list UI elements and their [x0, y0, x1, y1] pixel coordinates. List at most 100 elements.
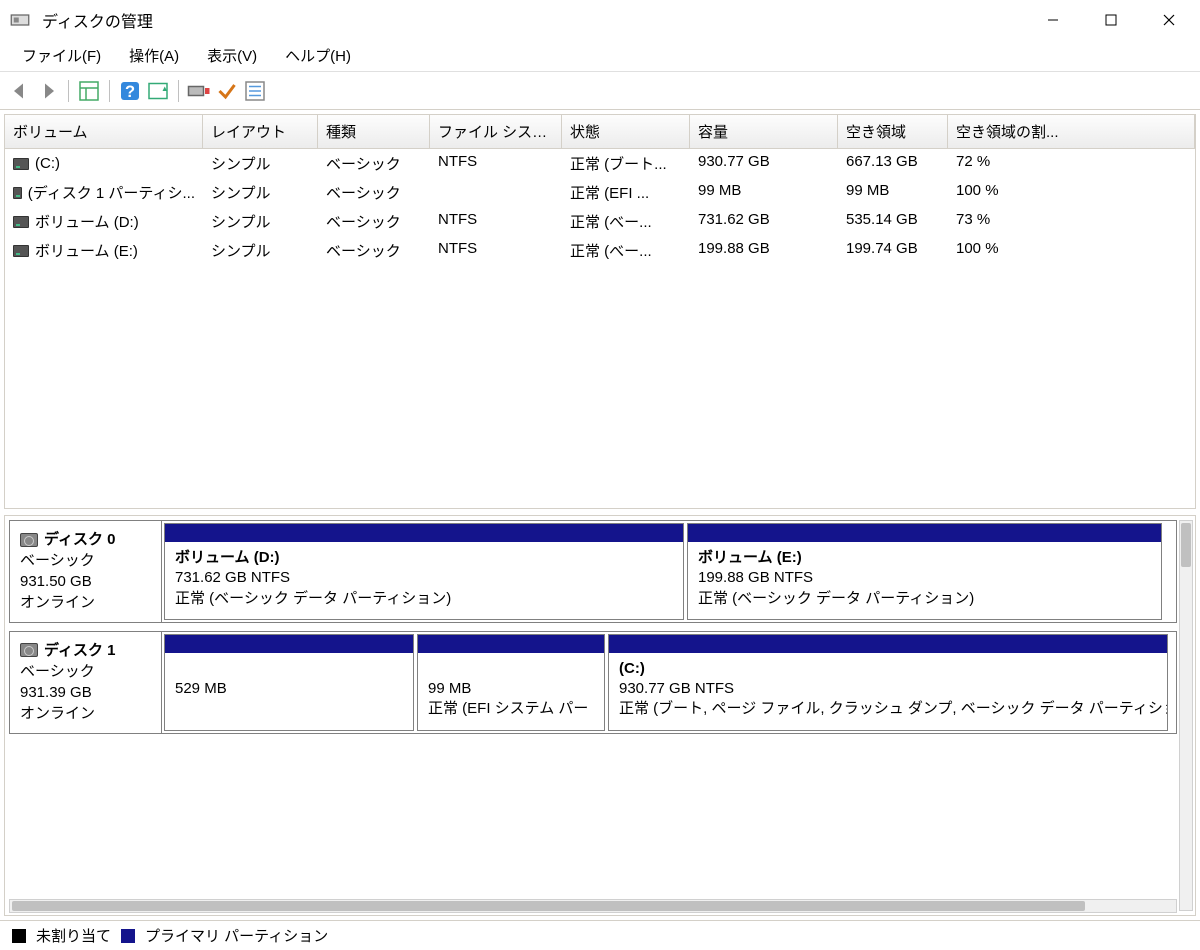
volumes-body: (C:)シンプルベーシックNTFS正常 (ブート...930.77 GB667.… — [5, 149, 1195, 508]
volumes-header-row: ボリューム レイアウト 種類 ファイル システム 状態 容量 空き領域 空き領域… — [5, 115, 1195, 149]
volume-layout-cell: シンプル — [203, 180, 318, 205]
disk-partitions: ボリューム (D:)731.62 GB NTFS正常 (ベーシック データ パー… — [162, 521, 1176, 622]
partition-header-bar — [688, 524, 1161, 542]
partition-size: 199.88 GB NTFS — [698, 568, 1151, 588]
legend-swatch-primary — [121, 929, 135, 943]
disk-type: ベーシック — [20, 661, 151, 682]
drive-icon — [13, 245, 29, 257]
volume-pct-cell: 72 % — [948, 151, 1195, 176]
menu-help[interactable]: ヘルプ(H) — [271, 39, 365, 72]
column-header-layout[interactable]: レイアウト — [203, 115, 318, 148]
disk-info: ディスク 0ベーシック931.50 GBオンライン — [10, 521, 162, 622]
volume-row[interactable]: (C:)シンプルベーシックNTFS正常 (ブート...930.77 GB667.… — [5, 149, 1195, 178]
volume-status-cell: 正常 (ブート... — [562, 151, 690, 176]
volume-free-cell: 199.74 GB — [838, 238, 948, 263]
partition[interactable]: 99 MB正常 (EFI システム パー — [417, 634, 605, 731]
disk-status: オンライン — [20, 592, 151, 613]
menu-view[interactable]: 表示(V) — [193, 39, 271, 72]
volume-name-cell: (ディスク 1 パーティシ... — [5, 180, 203, 205]
window-controls — [1024, 0, 1198, 40]
column-header-free[interactable]: 空き領域 — [838, 115, 948, 148]
partition-size: 731.62 GB NTFS — [175, 568, 673, 588]
disks-pane[interactable]: ディスク 0ベーシック931.50 GBオンラインボリューム (D:)731.6… — [4, 515, 1196, 916]
partition-body: ボリューム (E:)199.88 GB NTFS正常 (ベーシック データ パー… — [688, 542, 1161, 619]
partition-status: 正常 (ベーシック データ パーティション) — [698, 589, 1151, 609]
volume-type-cell: ベーシック — [318, 238, 430, 263]
scrollbar-thumb[interactable] — [12, 901, 1085, 911]
close-button[interactable] — [1140, 0, 1198, 40]
partition-status: 正常 (ベーシック データ パーティション) — [175, 589, 673, 609]
column-header-type[interactable]: 種類 — [318, 115, 430, 148]
partition[interactable]: 529 MB — [164, 634, 414, 731]
legend-swatch-unallocated — [12, 929, 26, 943]
svg-text:?: ? — [125, 83, 135, 101]
volume-fs-cell: NTFS — [430, 238, 562, 263]
volume-capacity-cell: 731.62 GB — [690, 209, 838, 234]
volume-row[interactable]: ボリューム (E:)シンプルベーシックNTFS正常 (べー...199.88 G… — [5, 236, 1195, 265]
partition-label: ボリューム (E:) — [698, 548, 1151, 568]
maximize-button[interactable] — [1082, 0, 1140, 40]
volume-layout-cell: シンプル — [203, 238, 318, 263]
partition-body: (C:)930.77 GB NTFS正常 (ブート, ページ ファイル, クラッ… — [609, 653, 1167, 730]
partition-header-bar — [418, 635, 604, 653]
disk-row[interactable]: ディスク 1ベーシック931.39 GBオンライン 529 MB 99 MB正常… — [9, 631, 1177, 734]
partition[interactable]: ボリューム (E:)199.88 GB NTFS正常 (ベーシック データ パー… — [687, 523, 1162, 620]
drive-icon — [13, 158, 29, 170]
hdd-icon — [20, 643, 38, 657]
column-header-filesystem[interactable]: ファイル システム — [430, 115, 562, 148]
details-icon[interactable] — [77, 79, 101, 103]
volumes-pane[interactable]: ボリューム レイアウト 種類 ファイル システム 状態 容量 空き領域 空き領域… — [4, 114, 1196, 509]
check-icon[interactable] — [215, 79, 239, 103]
volume-fs-cell: NTFS — [430, 209, 562, 234]
legend-label-unallocated: 未割り当て — [36, 925, 111, 946]
partition-body: ボリューム (D:)731.62 GB NTFS正常 (ベーシック データ パー… — [165, 542, 683, 619]
partition-status: 正常 (ブート, ページ ファイル, クラッシュ ダンプ, ベーシック データ … — [619, 699, 1157, 719]
connection-icon[interactable] — [187, 79, 211, 103]
partition-body: 99 MB正常 (EFI システム パー — [418, 653, 604, 730]
window-title: ディスクの管理 — [38, 8, 1024, 32]
volume-capacity-cell: 99 MB — [690, 180, 838, 205]
menu-file[interactable]: ファイル(F) — [8, 39, 115, 72]
partition-header-bar — [609, 635, 1167, 653]
volume-pct-cell: 73 % — [948, 209, 1195, 234]
column-header-status[interactable]: 状態 — [562, 115, 690, 148]
volume-name-cell: ボリューム (D:) — [5, 209, 203, 234]
forward-icon[interactable] — [36, 79, 60, 103]
partition[interactable]: (C:)930.77 GB NTFS正常 (ブート, ページ ファイル, クラッ… — [608, 634, 1168, 731]
disk-row[interactable]: ディスク 0ベーシック931.50 GBオンラインボリューム (D:)731.6… — [9, 520, 1177, 623]
volume-fs-cell: NTFS — [430, 151, 562, 176]
scrollbar-thumb[interactable] — [1181, 523, 1191, 567]
volume-type-cell: ベーシック — [318, 151, 430, 176]
partition-header-bar — [165, 635, 413, 653]
column-header-capacity[interactable]: 容量 — [690, 115, 838, 148]
column-header-free-pct[interactable]: 空き領域の割... — [948, 115, 1195, 148]
drive-icon — [13, 187, 22, 199]
toolbar: ? — [0, 72, 1200, 110]
disk-name: ディスク 1 — [44, 640, 115, 661]
minimize-button[interactable] — [1024, 0, 1082, 40]
volume-status-cell: 正常 (EFI ... — [562, 180, 690, 205]
partition-size: 529 MB — [175, 679, 403, 699]
column-header-volume[interactable]: ボリューム — [5, 115, 203, 148]
volume-row[interactable]: ボリューム (D:)シンプルベーシックNTFS正常 (べー...731.62 G… — [5, 207, 1195, 236]
help-icon[interactable]: ? — [118, 79, 142, 103]
toolbar-separator — [178, 80, 179, 102]
horizontal-scrollbar[interactable] — [9, 899, 1177, 913]
toolbar-separator — [68, 80, 69, 102]
content-area: ボリューム レイアウト 種類 ファイル システム 状態 容量 空き領域 空き領域… — [0, 110, 1200, 920]
disk-partitions: 529 MB 99 MB正常 (EFI システム パー (C:)930.77 G… — [162, 632, 1176, 733]
volume-row[interactable]: (ディスク 1 パーティシ...シンプルベーシック正常 (EFI ...99 M… — [5, 178, 1195, 207]
volume-name-cell: ボリューム (E:) — [5, 238, 203, 263]
disk-status: オンライン — [20, 703, 151, 724]
app-icon — [10, 10, 30, 30]
back-icon[interactable] — [8, 79, 32, 103]
refresh-icon[interactable] — [146, 79, 170, 103]
volume-layout-cell: シンプル — [203, 209, 318, 234]
volume-fs-cell — [430, 180, 562, 205]
hdd-icon — [20, 533, 38, 547]
menu-action[interactable]: 操作(A) — [115, 39, 193, 72]
partition[interactable]: ボリューム (D:)731.62 GB NTFS正常 (ベーシック データ パー… — [164, 523, 684, 620]
disk-size: 931.39 GB — [20, 682, 151, 703]
vertical-scrollbar[interactable] — [1179, 520, 1193, 911]
list-icon[interactable] — [243, 79, 267, 103]
